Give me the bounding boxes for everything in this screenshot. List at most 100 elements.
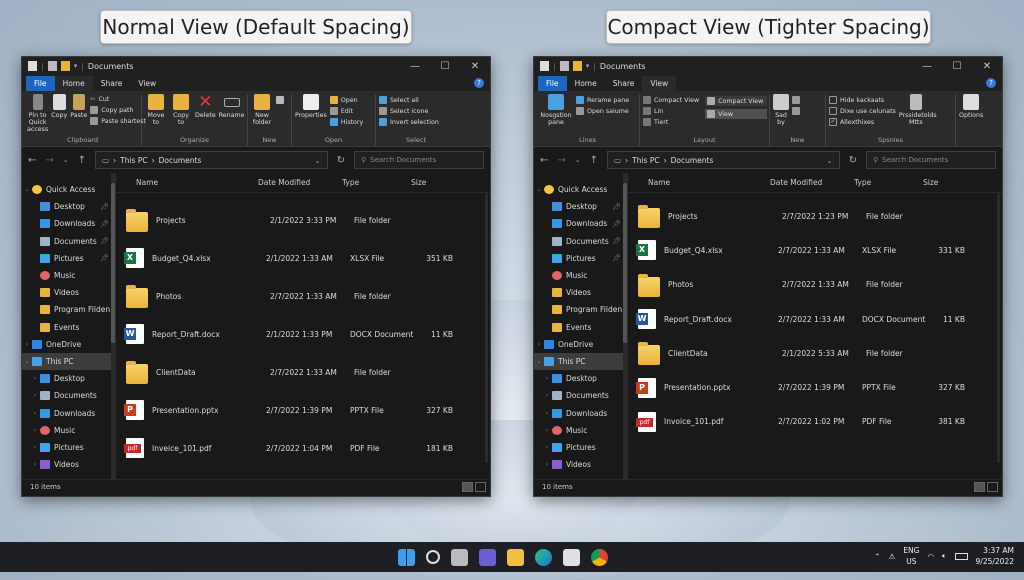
breadcrumb-documents[interactable]: Documents <box>159 156 202 165</box>
nav-item[interactable]: Program Filden <box>22 301 115 318</box>
list-view-option[interactable]: Lin <box>643 107 699 115</box>
tab-share[interactable]: Share <box>93 76 131 91</box>
column-size[interactable]: Size <box>923 178 973 187</box>
nav-item[interactable]: ⌄ Quick Access <box>534 181 627 198</box>
language-indicator[interactable]: ENG US <box>903 545 919 567</box>
nav-item[interactable]: › Documents <box>534 387 627 404</box>
search-input[interactable]: ⚲ Search Documents <box>866 151 996 169</box>
nav-item[interactable]: › Desktop <box>22 370 115 387</box>
forward-arrow-icon[interactable]: → <box>45 155 53 166</box>
chevron-down-icon[interactable]: ⌄ <box>534 358 544 365</box>
title-bar[interactable]: | ▾ | Documents — ☐ ✕ <box>534 57 1002 75</box>
chevron-down-icon[interactable]: ⌄ <box>534 186 544 193</box>
nav-item[interactable]: › Music <box>534 422 627 439</box>
file-row[interactable]: Report_Draft.docx 2/7/2022 1:33 AM DOCX Do… <box>628 302 1002 336</box>
maximize-button[interactable]: ☐ <box>430 61 460 72</box>
details-view-icon[interactable] <box>974 481 985 492</box>
tab-file[interactable]: File <box>26 76 55 91</box>
nav-item[interactable]: Downloads 📌︎ <box>534 215 627 232</box>
select-all-button[interactable]: Select all <box>379 96 439 104</box>
tab-view[interactable]: View <box>130 76 164 91</box>
up-arrow-icon[interactable]: ↑ <box>78 155 86 166</box>
pin-quick-access-button[interactable]: Pin to Quick access <box>27 94 48 133</box>
list-scrollbar[interactable] <box>997 193 1000 463</box>
file-row[interactable]: Photos 2/7/2022 1:33 AM File folder <box>116 277 490 315</box>
nav-item[interactable]: Desktop 📌︎ <box>22 198 115 215</box>
close-button[interactable]: ✕ <box>972 61 1002 72</box>
file-row[interactable]: ClientData 2/1/2022 5:33 AM File folder <box>628 336 1002 370</box>
file-row[interactable]: Report_Draft.docx 2/1/2022 1:33 PM DOCX Do… <box>116 315 490 353</box>
nav-item[interactable]: › OneDrive <box>22 336 115 353</box>
alert-icon[interactable]: ⚠ <box>889 552 896 561</box>
nav-item[interactable]: › Desktop <box>534 370 627 387</box>
chevron-right-icon[interactable]: › <box>30 392 40 399</box>
maximize-button[interactable]: ☐ <box>942 61 972 72</box>
copy-to-button[interactable]: Copy to <box>170 94 192 126</box>
edge-icon[interactable] <box>535 549 552 566</box>
nav-item[interactable]: › Pictures <box>22 439 115 456</box>
search-input[interactable]: ⚲ Search Documents <box>354 151 484 169</box>
allext-checkbox[interactable]: ✓ Allexthixes <box>829 118 896 126</box>
invert-selection-button[interactable]: Invert selection <box>379 118 439 126</box>
chevron-right-icon[interactable]: › <box>542 375 552 382</box>
chevron-right-icon[interactable]: › <box>542 392 552 399</box>
file-row[interactable]: Inveice_101.pdf 2/7/2022 1:04 PM PDF File 1… <box>116 429 490 467</box>
file-explorer-icon[interactable] <box>507 549 524 566</box>
nav-item[interactable]: Music <box>534 267 627 284</box>
column-name[interactable]: Name <box>628 178 770 187</box>
chevron-right-icon[interactable]: › <box>30 444 40 451</box>
nav-item[interactable]: Pictures 📌︎ <box>22 250 115 267</box>
nav-item[interactable]: Events <box>22 319 115 336</box>
nav-scrollbar[interactable] <box>623 173 627 479</box>
chevron-right-icon[interactable]: › <box>30 375 40 382</box>
column-size[interactable]: Size <box>411 178 461 187</box>
file-row[interactable]: Budget_Q4.xlsx 2/1/2022 1:33 AM XLSX File 3… <box>116 239 490 277</box>
copy-button[interactable]: Copy <box>51 94 67 119</box>
task-view-icon[interactable] <box>451 549 468 566</box>
address-bar[interactable]: ▭ › This PC › Documents ⌄ <box>607 151 840 169</box>
pin-icon[interactable]: 📌︎ <box>612 220 621 228</box>
tiles-view-icon[interactable] <box>987 481 998 492</box>
volume-icon[interactable]: 🔈︎ <box>942 551 947 561</box>
nav-item[interactable]: › Documents <box>22 387 115 404</box>
nav-scroll-thumb[interactable] <box>623 183 627 343</box>
address-bar[interactable]: ▭ › This PC › Documents ⌄ <box>95 151 328 169</box>
delete-button[interactable]: ✕ Delete <box>195 94 216 120</box>
file-row[interactable]: Projects 2/7/2022 1:23 PM File folder <box>628 199 1002 233</box>
help-icon[interactable]: ? <box>986 78 996 88</box>
view-option-selected[interactable]: View <box>705 109 768 119</box>
qat-dropdown-icon[interactable]: ▾ <box>74 62 78 70</box>
properties-button[interactable]: Properties <box>295 94 327 119</box>
address-dropdown-icon[interactable]: ⌄ <box>826 156 832 165</box>
column-type[interactable]: Type <box>854 178 923 187</box>
chevron-right-icon[interactable]: › <box>22 341 32 348</box>
move-to-button[interactable]: Move to <box>145 94 167 126</box>
chevron-right-icon[interactable]: › <box>30 461 40 468</box>
chevron-right-icon[interactable]: › <box>30 410 40 417</box>
title-bar[interactable]: | ▾ | Documents — ☐ ✕ <box>22 57 490 75</box>
breadcrumb-this-pc[interactable]: This PC <box>632 156 659 165</box>
column-name[interactable]: Name <box>116 178 258 187</box>
chevron-right-icon[interactable]: › <box>534 341 544 348</box>
chevron-right-icon[interactable]: › <box>542 444 552 451</box>
dropdown-icon[interactable]: ⌄ <box>575 156 581 164</box>
edit-button[interactable]: Edit <box>329 107 363 115</box>
nav-item[interactable]: Desktop 📌︎ <box>534 198 627 215</box>
navigation-pane-button[interactable]: Nosgstion pane <box>539 94 573 126</box>
help-icon[interactable]: ? <box>474 78 484 88</box>
new-item-icon[interactable] <box>276 96 284 104</box>
file-row[interactable]: Presentation.pptx 2/7/2022 1:39 PM PPTX Fi… <box>116 391 490 429</box>
nav-item[interactable]: › Downloads <box>22 404 115 421</box>
file-row[interactable]: ClientData 2/7/2022 1:33 AM File folder <box>116 353 490 391</box>
qat-dropdown-icon[interactable]: ▾ <box>586 62 590 70</box>
nav-scroll-thumb[interactable] <box>111 183 115 343</box>
open-column-button[interactable]: Open saiume <box>576 107 629 115</box>
address-dropdown-icon[interactable]: ⌄ <box>314 156 320 165</box>
pin-icon[interactable]: 📌︎ <box>612 203 621 211</box>
nav-item[interactable]: ⌄ This PC <box>22 352 115 371</box>
folder-icon[interactable] <box>60 61 70 71</box>
tiles-view-icon[interactable] <box>475 481 486 492</box>
preview-pane-button[interactable]: Rerame pane <box>576 96 629 104</box>
nav-item[interactable]: Music <box>22 267 115 284</box>
pin-icon[interactable]: 📌︎ <box>100 203 109 211</box>
